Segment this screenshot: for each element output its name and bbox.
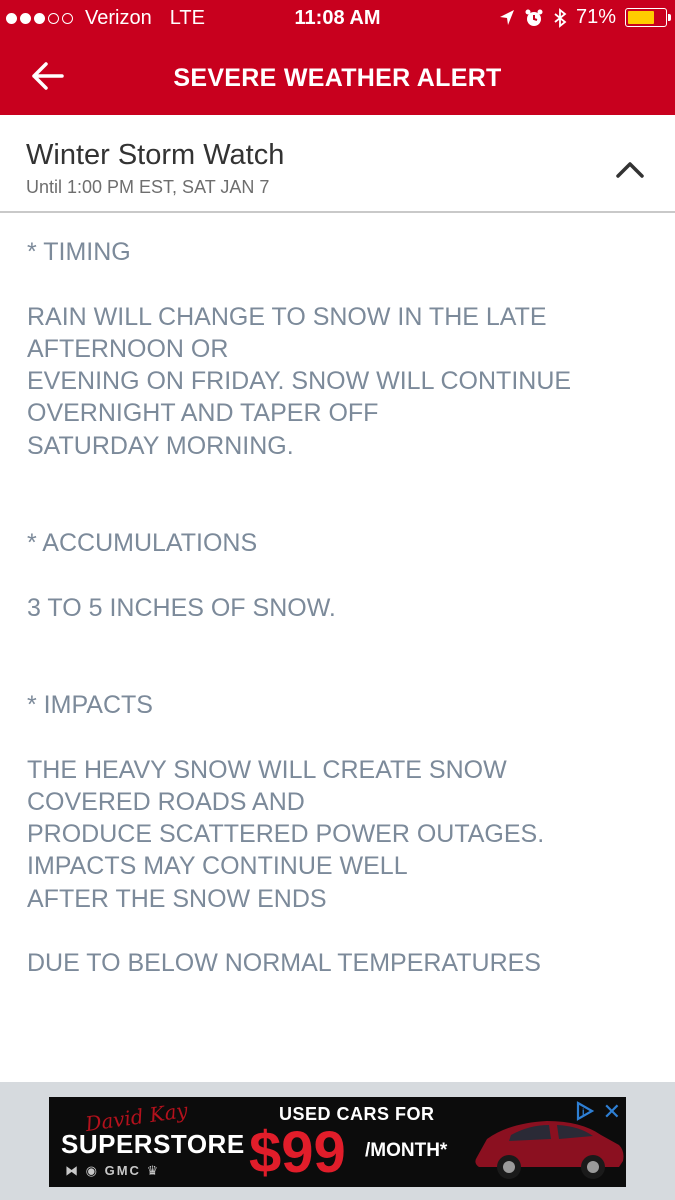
alert-expiry: Until 1:00 PM EST, SAT JAN 7 xyxy=(26,177,270,197)
section-heading-accumulations: * ACCUMULATIONS xyxy=(27,529,258,558)
alarm-clock-icon xyxy=(525,9,543,26)
alert-header-toggle[interactable]: Winter Storm Watch Until 1:00 PM EST, SA… xyxy=(0,115,675,213)
app-header: Verizon LTE 11:08 AM 71% SEVERE WEATHER … xyxy=(0,0,675,115)
body-line: THE HEAVY SNOW WILL CREATE SNOW xyxy=(27,755,507,784)
body-line: AFTERNOON OR xyxy=(27,334,229,363)
ad-price-period: /MONTH* xyxy=(365,1140,448,1161)
ad-close-button[interactable]: ✕ xyxy=(603,1099,621,1125)
ad-choices-icon[interactable]: i xyxy=(574,1101,596,1121)
page-title: SEVERE WEATHER ALERT xyxy=(173,64,502,92)
svg-text:i: i xyxy=(582,1107,585,1117)
status-bar: Verizon LTE 11:08 AM 71% xyxy=(0,0,675,38)
alert-body: * TIMING RAIN WILL CHANGE TO SNOW IN THE… xyxy=(27,236,657,980)
cadillac-logo-icon: ♛ xyxy=(146,1163,161,1178)
body-line: 3 TO 5 INCHES OF SNOW. xyxy=(27,593,336,622)
status-right: 71% xyxy=(499,6,671,29)
ad-superstore-text: SUPERSTORE xyxy=(61,1129,245,1159)
section-heading-timing: * TIMING xyxy=(27,238,131,266)
body-line: AFTER THE SNOW ENDS xyxy=(27,884,327,913)
chevrolet-logo-icon: ⧓ xyxy=(65,1163,80,1178)
body-line: COVERED ROADS AND xyxy=(27,787,305,816)
ad-footer: David Kay SUPERSTORE ⧓ ◉ GMC ♛ USED CARS… xyxy=(0,1082,675,1200)
chevron-up-icon[interactable] xyxy=(615,159,645,179)
body-line: PRODUCE SCATTERED POWER OUTAGES. xyxy=(27,820,545,849)
body-line: IMPACTS MAY CONTINUE WELL xyxy=(27,852,408,881)
buick-logo-icon: ◉ xyxy=(85,1163,99,1178)
gmc-logo: GMC xyxy=(104,1163,141,1178)
body-line: EVENING ON FRIDAY. SNOW WILL CONTINUE xyxy=(27,367,572,396)
alert-title: Winter Storm Watch xyxy=(26,139,285,171)
ad-banner[interactable]: David Kay SUPERSTORE ⧓ ◉ GMC ♛ USED CARS… xyxy=(49,1097,626,1187)
ad-brand-logos: ⧓ ◉ GMC ♛ xyxy=(65,1163,160,1179)
nav-bar: SEVERE WEATHER ALERT xyxy=(0,38,675,115)
body-line: DUE TO BELOW NORMAL TEMPERATURES xyxy=(27,949,541,978)
body-line: OVERNIGHT AND TAPER OFF xyxy=(27,399,379,428)
location-arrow-icon xyxy=(499,9,514,25)
battery-fill xyxy=(628,11,654,24)
bluetooth-icon xyxy=(554,7,567,28)
ad-price: $99 xyxy=(249,1120,346,1185)
section-heading-impacts: * IMPACTS xyxy=(27,690,153,719)
battery-percent: 71% xyxy=(575,6,616,28)
battery-icon xyxy=(625,8,671,27)
body-line: SATURDAY MORNING. xyxy=(27,431,294,460)
body-line: RAIN WILL CHANGE TO SNOW IN THE LATE xyxy=(27,302,547,331)
